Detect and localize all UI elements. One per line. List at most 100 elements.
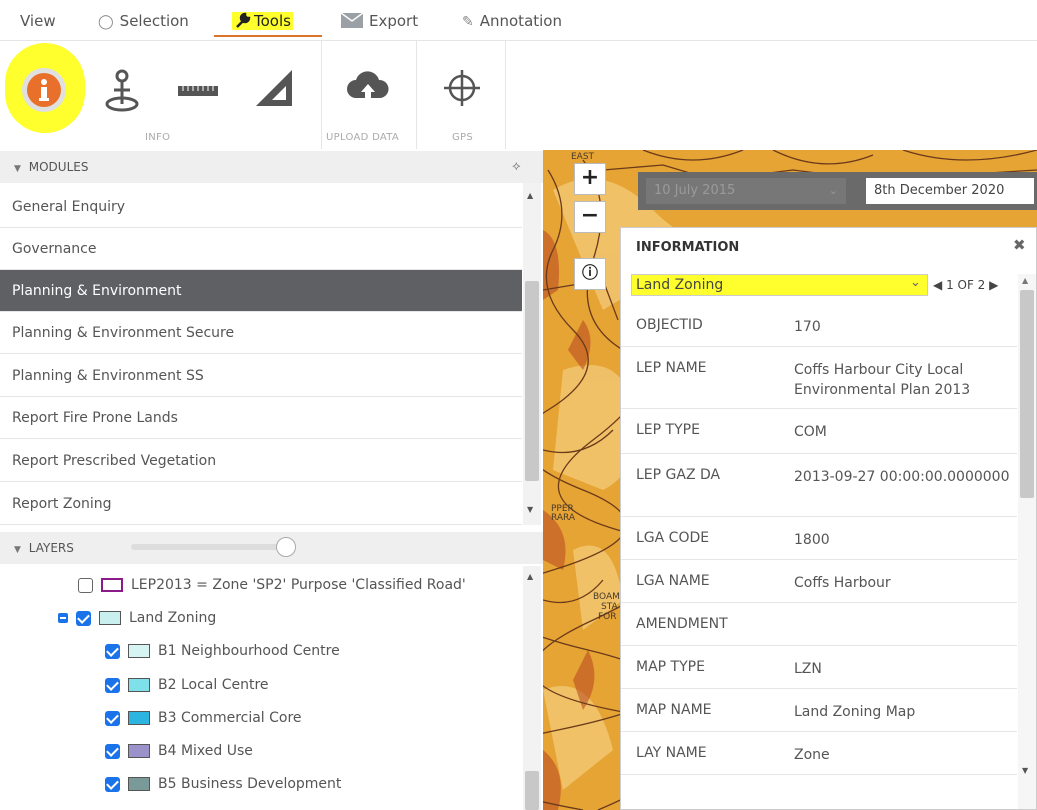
module-item[interactable]: Governance [0, 228, 522, 270]
info-row: LGA NAME Coffs Harbour [621, 559, 1017, 603]
info-field-name: LEP TYPE [636, 422, 700, 438]
ribbon-group-gps-label: GPS [452, 132, 474, 143]
measure-button[interactable] [176, 81, 220, 101]
layers-header[interactable]: ▼ LAYERS [0, 532, 543, 564]
scroll-thumb[interactable] [525, 771, 539, 810]
layer-checkbox[interactable] [105, 677, 120, 693]
ruler-icon [178, 86, 218, 96]
legend-swatch [128, 777, 150, 791]
legend-swatch [128, 644, 150, 658]
info-row: LGA CODE 1800 [621, 516, 1017, 560]
cloud-upload-icon [347, 71, 389, 102]
zoom-in-button[interactable]: + [574, 163, 606, 195]
module-item[interactable]: Report Prescribed Vegetation [0, 440, 522, 482]
info-scrollbar[interactable]: ▲ ▼ [1018, 274, 1036, 809]
ribbon-divider [321, 41, 322, 149]
layer-label: B3 Commercial Core [158, 710, 302, 726]
upload-data-button[interactable] [346, 68, 390, 108]
info-field-value: 1800 [794, 532, 830, 548]
close-icon[interactable]: ✖ [1013, 236, 1026, 254]
cursor-circle-icon: ◯ [98, 14, 114, 30]
scroll-down-icon[interactable]: ▼ [527, 505, 533, 514]
date-to-select[interactable]: 8th December 2020 [866, 178, 1034, 204]
map-label: BOAM [593, 592, 620, 602]
info-field-name: OBJECTID [636, 317, 703, 333]
scroll-up-icon[interactable]: ▲ [527, 191, 533, 200]
collapse-caret-icon: ▼ [14, 545, 21, 555]
layer-item[interactable]: B4 Mixed Use [105, 738, 253, 764]
gps-button[interactable] [440, 66, 484, 110]
layer-item[interactable]: LEP2013 = Zone 'SP2' Purpose 'Classified… [78, 572, 466, 598]
info-field-value: 170 [794, 319, 821, 335]
menu-view[interactable]: View [20, 0, 56, 40]
prev-result-icon[interactable]: ◀ [933, 278, 942, 292]
menu-selection-label: Selection [119, 12, 189, 30]
modules-header[interactable]: ▼ MODULES ⟡ [0, 151, 543, 183]
modules-scrollbar[interactable]: ▲ ▼ [523, 183, 541, 525]
layer-checkbox[interactable] [105, 743, 120, 759]
layers-scrollbar[interactable]: ▲ [523, 566, 541, 810]
area-measure-button[interactable] [252, 66, 296, 110]
layers-title: LAYERS [28, 541, 74, 555]
scroll-down-icon[interactable]: ▼ [1022, 766, 1028, 775]
layer-label: B1 Neighbourhood Centre [158, 643, 340, 659]
menu-export-label: Export [369, 12, 419, 30]
legend-swatch [128, 744, 150, 758]
layer-checkbox[interactable] [105, 710, 120, 726]
ribbon-divider [505, 41, 506, 149]
layer-checkbox[interactable] [76, 610, 91, 626]
info-icon [27, 73, 61, 107]
information-panel: INFORMATION ✖ Land Zoning ⌄ ◀ 1 OF 2 ▶ O… [620, 227, 1037, 810]
layer-label: Land Zoning [129, 610, 217, 626]
map-info-button[interactable]: ⓘ [574, 258, 606, 290]
next-result-icon[interactable]: ▶ [989, 278, 998, 292]
module-item[interactable]: Planning & Environment Secure [0, 312, 522, 354]
layer-checkbox[interactable] [105, 776, 120, 792]
scroll-thumb[interactable] [1020, 290, 1034, 498]
zoom-out-button[interactable]: − [574, 201, 606, 233]
scroll-up-icon[interactable]: ▲ [1022, 276, 1028, 285]
module-item[interactable]: Report Zoning [0, 483, 522, 525]
layer-checkbox[interactable] [105, 643, 120, 659]
ribbon-divider [416, 41, 417, 149]
active-tab-underline [214, 35, 322, 37]
information-title: INFORMATION [636, 240, 740, 255]
menu-export[interactable]: Export [340, 0, 419, 40]
group-collapse-icon[interactable] [58, 613, 68, 623]
identify-point-button[interactable] [100, 66, 144, 116]
info-row: MAP TYPE LZN [621, 645, 1017, 689]
info-field-name: LAY NAME [636, 745, 707, 761]
layer-item[interactable]: B2 Local Centre [105, 672, 269, 698]
info-tool-button[interactable] [22, 68, 66, 112]
layer-item[interactable]: Land Zoning [58, 605, 216, 631]
info-row: MAP NAME Land Zoning Map [621, 688, 1017, 732]
scroll-up-icon[interactable]: ▲ [527, 572, 533, 581]
result-pager: ◀ 1 OF 2 ▶ [933, 278, 998, 292]
layer-item[interactable]: B1 Neighbourhood Centre [105, 638, 340, 664]
pin-icon[interactable]: ⟡ [512, 151, 521, 183]
opacity-slider-handle[interactable] [276, 537, 296, 557]
info-field-name: MAP TYPE [636, 659, 705, 675]
tools-ribbon: INFO UPLOAD DATA GPS [0, 40, 1037, 151]
opacity-slider[interactable] [131, 537, 296, 557]
info-row: LAY NAME Zone [621, 731, 1017, 775]
menu-annotation[interactable]: ✎ Annotation [462, 0, 562, 40]
feature-layer-select[interactable]: Land Zoning ⌄ [631, 274, 928, 296]
date-from-select[interactable]: 10 July 2015 ⌄ [646, 178, 846, 204]
legend-swatch [128, 711, 150, 725]
scroll-thumb[interactable] [525, 281, 539, 481]
module-item[interactable]: Planning & Environment [0, 270, 522, 312]
layer-label: B2 Local Centre [158, 677, 269, 693]
chevron-down-icon: ⌄ [910, 275, 921, 290]
layer-checkbox[interactable] [78, 577, 93, 593]
module-item[interactable]: Report Fire Prone Lands [0, 397, 522, 439]
layer-item[interactable]: B3 Commercial Core [105, 705, 302, 731]
layer-item[interactable]: B5 Business Development [105, 771, 341, 797]
crosshair-icon [444, 70, 480, 106]
menu-selection[interactable]: ◯ Selection [98, 0, 189, 40]
menu-tools[interactable]: Tools [232, 0, 293, 40]
module-item[interactable]: Planning & Environment SS [0, 355, 522, 397]
module-item[interactable]: General Enquiry [0, 186, 522, 228]
info-field-name: MAP NAME [636, 702, 712, 718]
legend-swatch [101, 578, 123, 592]
